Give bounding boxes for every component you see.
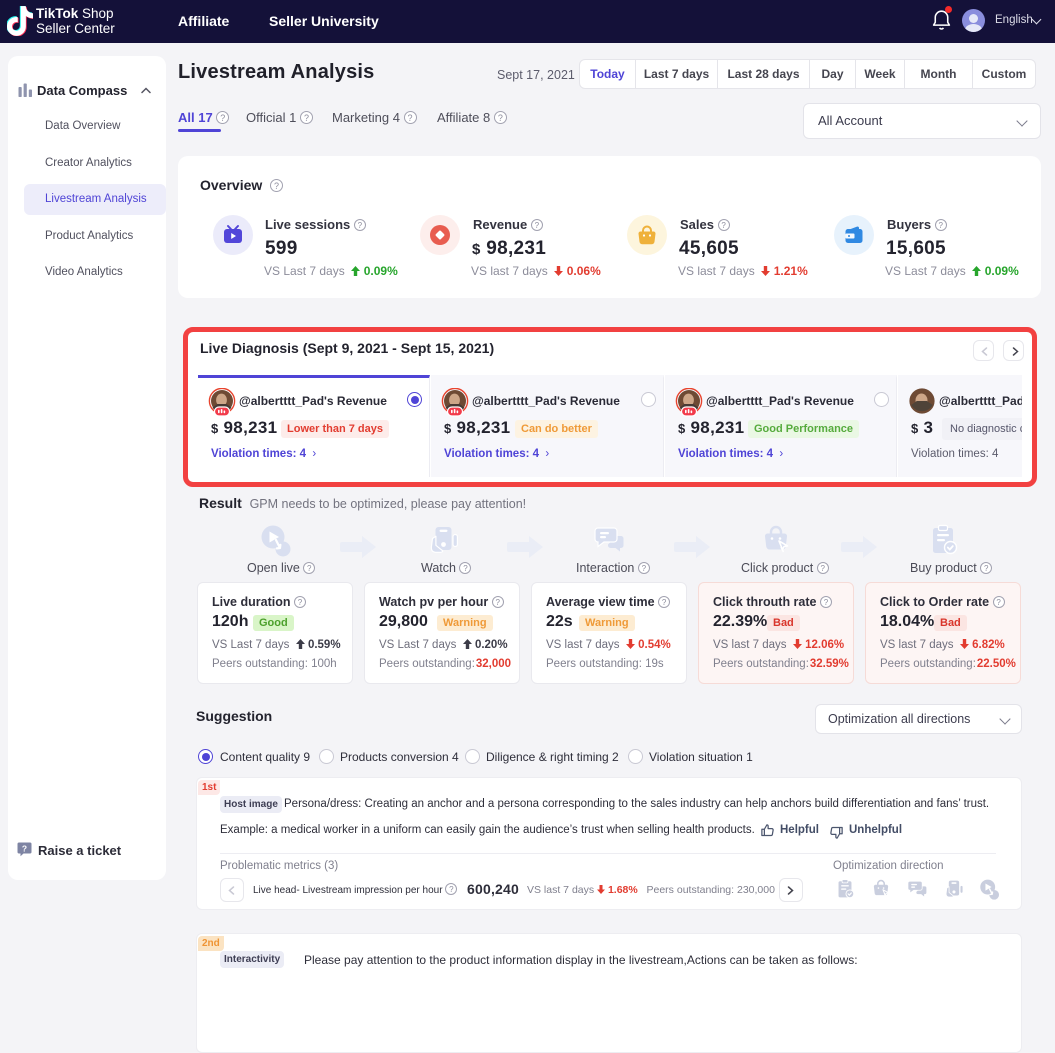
svg-text:?: ? (22, 843, 27, 853)
